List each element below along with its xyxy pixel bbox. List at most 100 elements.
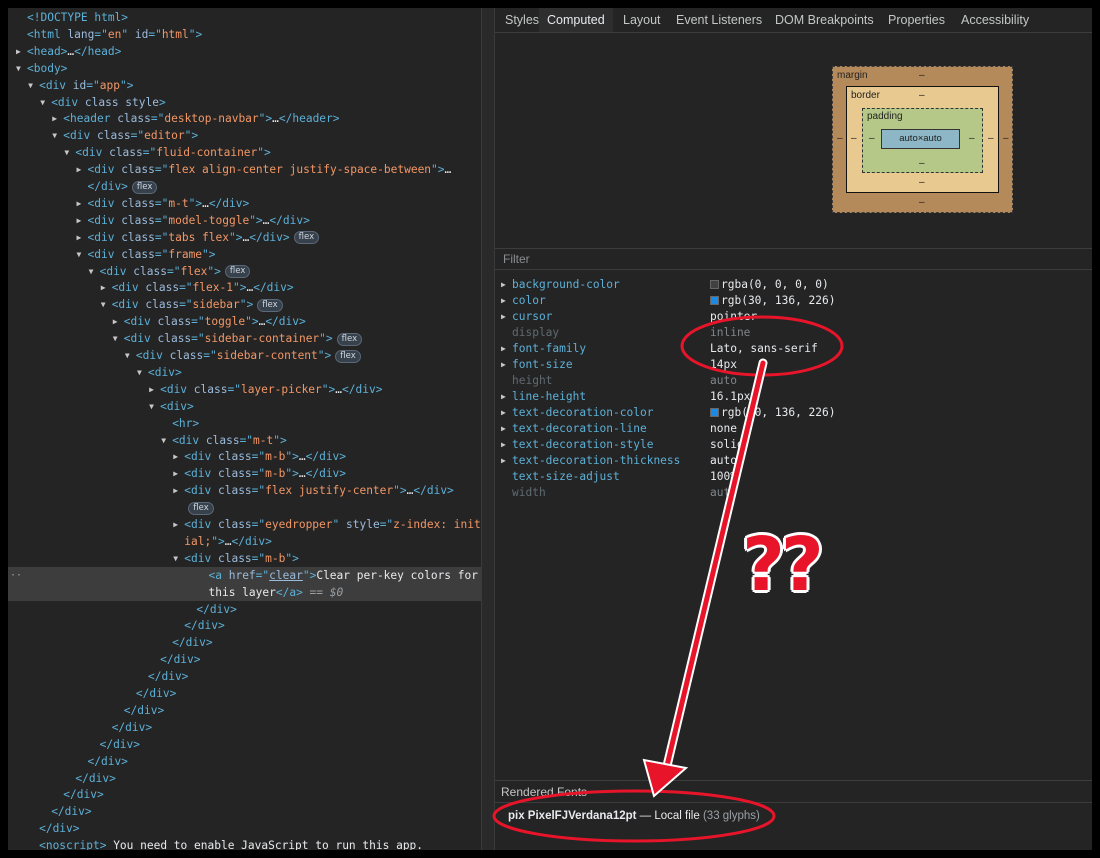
dom-node-line[interactable]: ▼ <div class="fluid-container"> bbox=[8, 144, 481, 161]
margin-top-value[interactable]: – bbox=[919, 70, 925, 81]
dom-node-line[interactable]: flex bbox=[8, 499, 481, 516]
collapse-triangle-icon[interactable]: ▼ bbox=[161, 432, 172, 449]
dom-node-line[interactable]: ▶ <div class="flex-1">…</div> bbox=[8, 279, 481, 296]
dom-token[interactable]: clear bbox=[269, 569, 303, 582]
dom-node-line[interactable]: </div> flex bbox=[8, 178, 481, 195]
dom-node-line[interactable]: <!DOCTYPE html> bbox=[8, 9, 481, 26]
box-model-border[interactable]: border – – – – padding – – – auto×auto bbox=[846, 86, 999, 193]
flex-badge[interactable]: flex bbox=[293, 231, 320, 245]
computed-property-row[interactable]: ▶ color rgb(30, 136, 226) bbox=[495, 293, 1092, 309]
dom-node-line[interactable]: this layer</a> == $0 bbox=[8, 583, 481, 601]
expand-triangle-icon[interactable]: ▶ bbox=[501, 405, 511, 421]
computed-property-row[interactable]: ▶ font-size 14px bbox=[495, 357, 1092, 373]
flex-badge[interactable]: flex bbox=[224, 265, 251, 278]
margin-left-value[interactable]: – bbox=[837, 133, 843, 144]
dom-node-line[interactable]: </div> bbox=[8, 617, 481, 634]
expand-triangle-icon[interactable]: ▶ bbox=[101, 279, 112, 296]
tab-dom-breakpoints[interactable]: DOM Breakpoints bbox=[775, 8, 874, 32]
expand-triangle-icon[interactable]: ▶ bbox=[173, 465, 184, 482]
selected-node-marker[interactable]: ·· bbox=[10, 567, 22, 584]
expand-triangle-icon[interactable]: ▶ bbox=[77, 212, 88, 229]
dom-node-line[interactable]: ▼ <div class="m-b"> bbox=[8, 550, 481, 567]
dom-node-line[interactable]: ▼ <div class="sidebar-container"> flex bbox=[8, 330, 481, 347]
dom-node-line[interactable]: </div> bbox=[8, 753, 481, 770]
expand-triangle-icon[interactable]: ▶ bbox=[501, 309, 511, 325]
flex-badge[interactable]: flex bbox=[131, 180, 158, 194]
dom-node-line[interactable]: ▼ <div class="editor"> bbox=[8, 127, 481, 144]
dom-node-line[interactable]: ▶ <header class="desktop-navbar">…</heade… bbox=[8, 110, 481, 127]
dom-node-line[interactable]: ial;">…</div> bbox=[8, 533, 481, 550]
dom-node-line[interactable]: ▼ <body> bbox=[8, 60, 481, 77]
expand-triangle-icon[interactable]: ▶ bbox=[173, 516, 184, 533]
computed-property-row[interactable]: ▶ line-height 16.1px bbox=[495, 389, 1092, 405]
computed-property-row[interactable]: ▶ background-color rgba(0, 0, 0, 0) bbox=[495, 277, 1092, 293]
expand-triangle-icon[interactable]: ▶ bbox=[501, 277, 511, 293]
expand-triangle-icon[interactable]: ▶ bbox=[173, 448, 184, 465]
computed-property-row[interactable]: ▶ font-family Lato, sans-serif bbox=[495, 341, 1092, 357]
dom-node-line[interactable]: ▼ <div id="app"> bbox=[8, 77, 481, 94]
filter-input[interactable] bbox=[495, 249, 1092, 269]
expand-triangle-icon[interactable]: ▶ bbox=[501, 437, 511, 453]
expand-triangle-icon[interactable]: ▶ bbox=[149, 381, 160, 398]
dom-node-line[interactable]: ▼ <div class style> bbox=[8, 94, 481, 111]
border-right-value[interactable]: – bbox=[988, 133, 994, 144]
dom-node-line[interactable]: ▼ <div class="sidebar-content"> flex bbox=[8, 347, 481, 364]
dom-node-line[interactable]: ▶ <div class="flex align-center justify-s… bbox=[8, 161, 481, 178]
dom-node-line[interactable]: ▶ <div class="tabs flex">…</div> flex bbox=[8, 229, 481, 246]
collapse-triangle-icon[interactable]: ▼ bbox=[101, 296, 112, 313]
padding-right-value[interactable]: – bbox=[969, 133, 975, 144]
dom-node-line[interactable]: ▼ <div> bbox=[8, 364, 481, 381]
color-swatch-icon[interactable] bbox=[710, 296, 719, 305]
expand-triangle-icon[interactable]: ▶ bbox=[77, 195, 88, 212]
flex-badge[interactable]: flex bbox=[335, 349, 361, 363]
expand-triangle-icon[interactable]: ▶ bbox=[501, 341, 511, 357]
dom-node-line[interactable]: </div> bbox=[8, 786, 481, 803]
expand-triangle-icon[interactable]: ▶ bbox=[77, 229, 88, 246]
border-left-value[interactable]: – bbox=[851, 133, 857, 144]
expand-triangle-icon[interactable]: ▶ bbox=[77, 161, 88, 178]
dom-node-line[interactable]: </div> bbox=[8, 634, 481, 651]
computed-property-row[interactable]: ▶ text-decoration-color rgb(30, 136, 226) bbox=[495, 405, 1092, 421]
expand-triangle-icon[interactable]: ▶ bbox=[173, 482, 184, 499]
collapse-triangle-icon[interactable]: ▼ bbox=[40, 94, 51, 111]
box-model-padding[interactable]: padding – – – auto×auto bbox=[862, 108, 983, 173]
computed-property-row[interactable]: ▶ text-decoration-line none bbox=[495, 421, 1092, 437]
dom-node-line[interactable]: <hr> bbox=[8, 415, 481, 432]
panel-splitter[interactable] bbox=[481, 8, 495, 850]
border-top-value[interactable]: – bbox=[919, 90, 925, 101]
collapse-triangle-icon[interactable]: ▼ bbox=[77, 246, 88, 263]
dom-node-line[interactable]: </div> bbox=[8, 685, 481, 702]
dom-node-line[interactable]: ▶ <div class="eyedropper" style="z-index:… bbox=[8, 516, 481, 533]
computed-property-row[interactable]: text-size-adjust 100% bbox=[495, 469, 1092, 485]
expand-triangle-icon[interactable]: ▶ bbox=[501, 421, 511, 437]
expand-triangle-icon[interactable]: ▶ bbox=[501, 357, 511, 373]
dom-node-line[interactable]: </div> bbox=[8, 803, 481, 820]
expand-triangle-icon[interactable]: ▶ bbox=[52, 110, 63, 127]
dom-node-line[interactable]: ▶ <div class="m-b">…</div> bbox=[8, 448, 481, 465]
computed-property-row[interactable]: display inline bbox=[495, 325, 1092, 341]
dom-node-line[interactable]: ▶ <head>…</head> bbox=[8, 43, 481, 60]
collapse-triangle-icon[interactable]: ▼ bbox=[89, 263, 100, 280]
dom-node-line[interactable]: ▶ <div class="m-t">…</div> bbox=[8, 195, 481, 212]
dom-node-line[interactable]: ▶ <div class="toggle">…</div> bbox=[8, 313, 481, 330]
dom-node-line[interactable]: <a href="clear">Clear per-key colors for… bbox=[8, 566, 481, 584]
margin-bottom-value[interactable]: – bbox=[919, 197, 925, 208]
dom-node-line[interactable]: ▶ <div class="flex justify-center">…</div… bbox=[8, 482, 481, 499]
tab-event-listeners[interactable]: Event Listeners bbox=[676, 8, 762, 32]
expand-triangle-icon[interactable]: ▶ bbox=[501, 293, 511, 309]
collapse-triangle-icon[interactable]: ▼ bbox=[113, 330, 124, 347]
tab-styles[interactable]: Styles bbox=[505, 8, 539, 32]
dom-node-line[interactable]: ▼ <div class="sidebar"> flex bbox=[8, 296, 481, 313]
dom-node-line[interactable]: ▼ <div class="m-t"> bbox=[8, 432, 481, 449]
computed-property-row[interactable]: ▶ text-decoration-thickness auto bbox=[495, 453, 1092, 469]
color-swatch-icon[interactable] bbox=[710, 280, 719, 289]
dom-node-line[interactable]: </div> bbox=[8, 668, 481, 685]
computed-property-row[interactable]: height auto bbox=[495, 373, 1092, 389]
padding-left-value[interactable]: – bbox=[869, 133, 875, 144]
dom-node-line[interactable]: </div> bbox=[8, 651, 481, 668]
collapse-triangle-icon[interactable]: ▼ bbox=[28, 77, 39, 94]
dom-node-line[interactable]: ▶ <div class="m-b">…</div> bbox=[8, 465, 481, 482]
dom-node-line[interactable]: </div> bbox=[8, 736, 481, 753]
collapse-triangle-icon[interactable]: ▼ bbox=[137, 364, 148, 381]
tab-properties[interactable]: Properties bbox=[888, 8, 945, 32]
